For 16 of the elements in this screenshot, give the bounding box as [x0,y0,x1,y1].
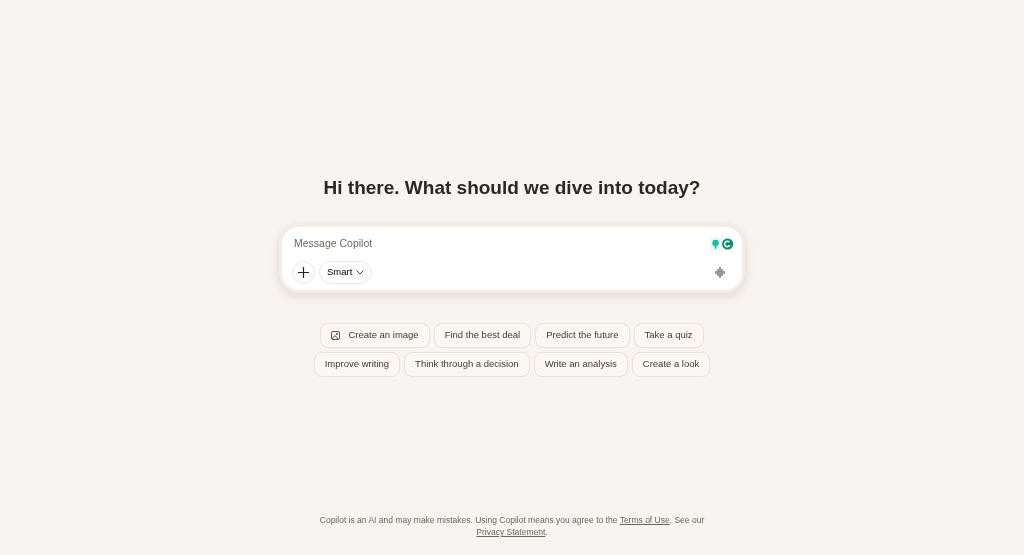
suggestion-chip[interactable]: Find the best deal [433,322,532,348]
suggestion-chip[interactable]: Think through a decision [404,351,530,377]
plus-icon [298,266,309,278]
image-icon [331,330,341,340]
mode-dropdown[interactable]: Smart [319,260,373,284]
suggestion-chip[interactable]: Improve writing [313,351,401,377]
suggestion-chip[interactable]: Write an analysis [533,351,628,377]
chevron-icon [356,269,365,275]
suggestion-chip[interactable]: Create a look [631,351,711,377]
suggestion-chip[interactable]: Predict the future [535,322,630,348]
add-button[interactable] [292,260,315,284]
heading: Hi there. What should we dive into today? [323,177,701,200]
suggestion-chip[interactable]: Create an image [320,322,430,348]
policy-link[interactable]: Terms of Use [619,514,670,525]
disclaimer-text: Copilot is an AI and may make mistakes. Using Copilot means you agree to the Terms of Use. See our Privacy Statement. [318,513,706,539]
suggestion-chip[interactable]: Take a quiz [633,322,704,348]
